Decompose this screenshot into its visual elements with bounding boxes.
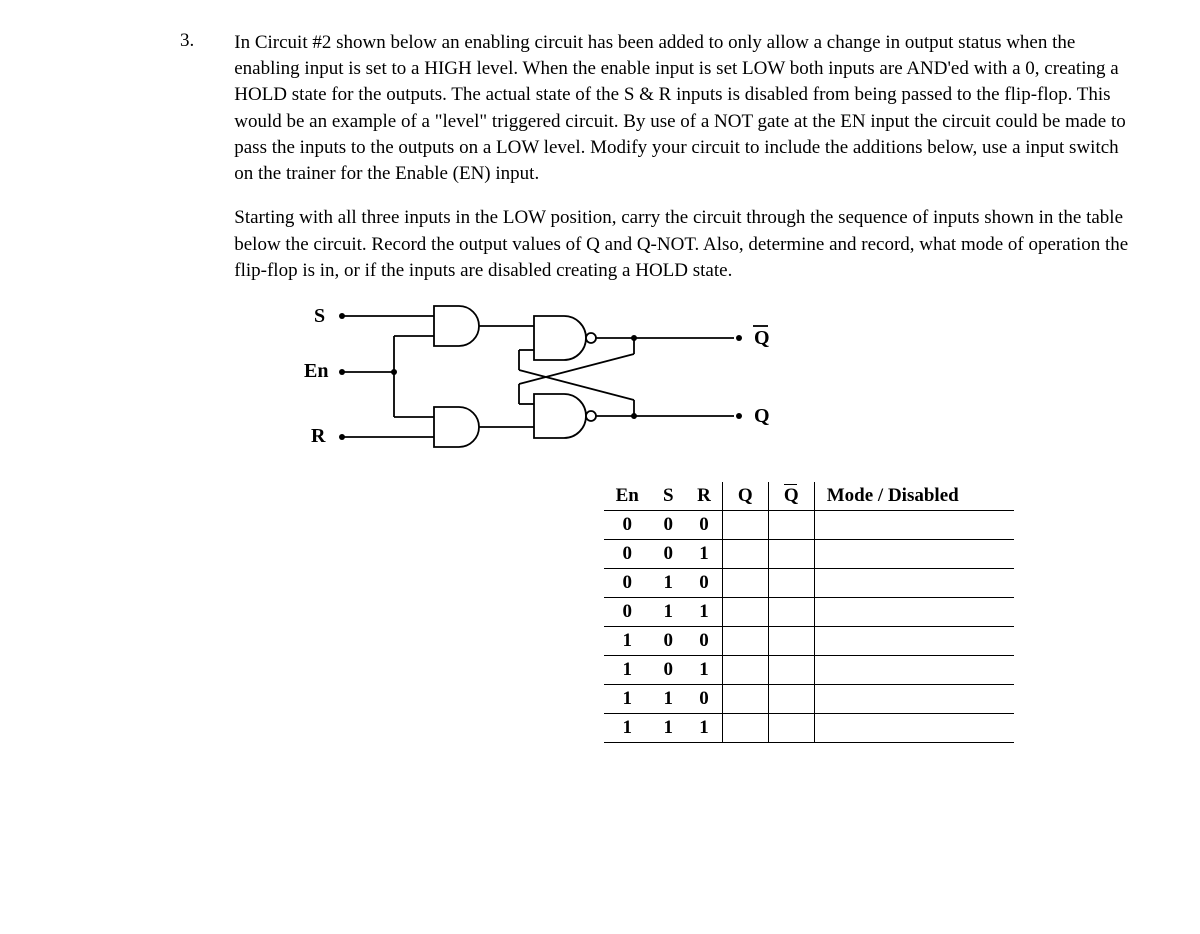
label-s: S <box>314 305 325 327</box>
table-row: 0 0 0 <box>604 510 1014 539</box>
label-r: R <box>311 425 326 447</box>
circuit-diagram: S En R <box>294 302 1134 472</box>
and-gate-bottom <box>434 407 479 447</box>
th-s: S <box>650 482 686 511</box>
th-q: Q <box>722 482 768 511</box>
table-row: 0 1 0 <box>604 568 1014 597</box>
circuit-svg: S En R <box>294 302 814 472</box>
paragraph-2: Starting with all three inputs in the LO… <box>234 205 1134 284</box>
label-en: En <box>304 360 328 382</box>
question-content: In Circuit #2 shown below an enabling ci… <box>234 30 1134 743</box>
label-q: Q <box>754 405 770 427</box>
dot-qbar-out <box>736 335 742 341</box>
question-block: 3. In Circuit #2 shown below an enabling… <box>50 30 1150 743</box>
th-en: En <box>604 482 650 511</box>
truth-table-wrap: En S R Q Q Mode / Disabled 0 0 0 <box>604 482 1134 743</box>
th-qbar: Q <box>768 482 814 511</box>
table-body: 0 0 0 0 0 1 <box>604 510 1014 742</box>
label-qbar: Q <box>754 327 770 349</box>
table-row: 1 0 1 <box>604 655 1014 684</box>
table-header-row: En S R Q Q Mode / Disabled <box>604 482 1014 511</box>
table-row: 0 1 1 <box>604 597 1014 626</box>
nand-gate-bottom <box>534 394 586 438</box>
table-row: 1 1 0 <box>604 684 1014 713</box>
th-mode: Mode / Disabled <box>814 482 1014 511</box>
th-r: R <box>686 482 722 511</box>
table-row: 0 0 1 <box>604 539 1014 568</box>
dot-q-out <box>736 413 742 419</box>
paragraph-1: In Circuit #2 shown below an enabling ci… <box>234 30 1134 187</box>
question-number: 3. <box>50 30 194 743</box>
table-row: 1 1 1 <box>604 713 1014 742</box>
truth-table: En S R Q Q Mode / Disabled 0 0 0 <box>604 482 1014 743</box>
table-row: 1 0 0 <box>604 626 1014 655</box>
nand-gate-top <box>534 316 586 360</box>
and-gate-top <box>434 306 479 346</box>
